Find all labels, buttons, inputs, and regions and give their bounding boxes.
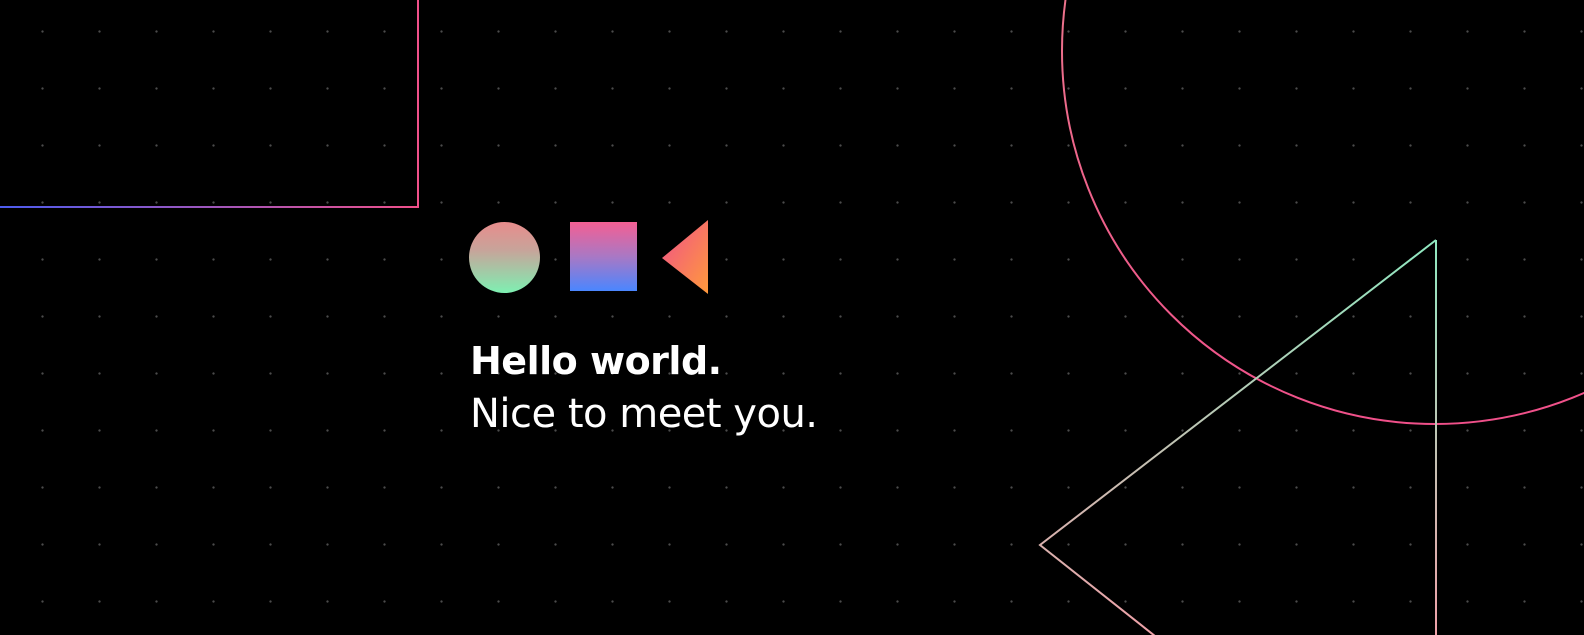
- headline: Hello world.: [470, 339, 722, 383]
- triangle-outline-icon: [1038, 239, 1437, 635]
- circle-outline-icon: [1061, 0, 1584, 425]
- hero-banner: Hello world. Nice to meet you.: [0, 0, 1584, 635]
- square-icon: [570, 222, 637, 291]
- background-decorations: [0, 0, 1584, 635]
- triangle-icon: [662, 220, 708, 294]
- shape-icons: [466, 218, 716, 294]
- circle-icon: [469, 222, 540, 293]
- rectangle-outline-icon: [0, 0, 419, 208]
- subheadline: Nice to meet you.: [470, 391, 818, 437]
